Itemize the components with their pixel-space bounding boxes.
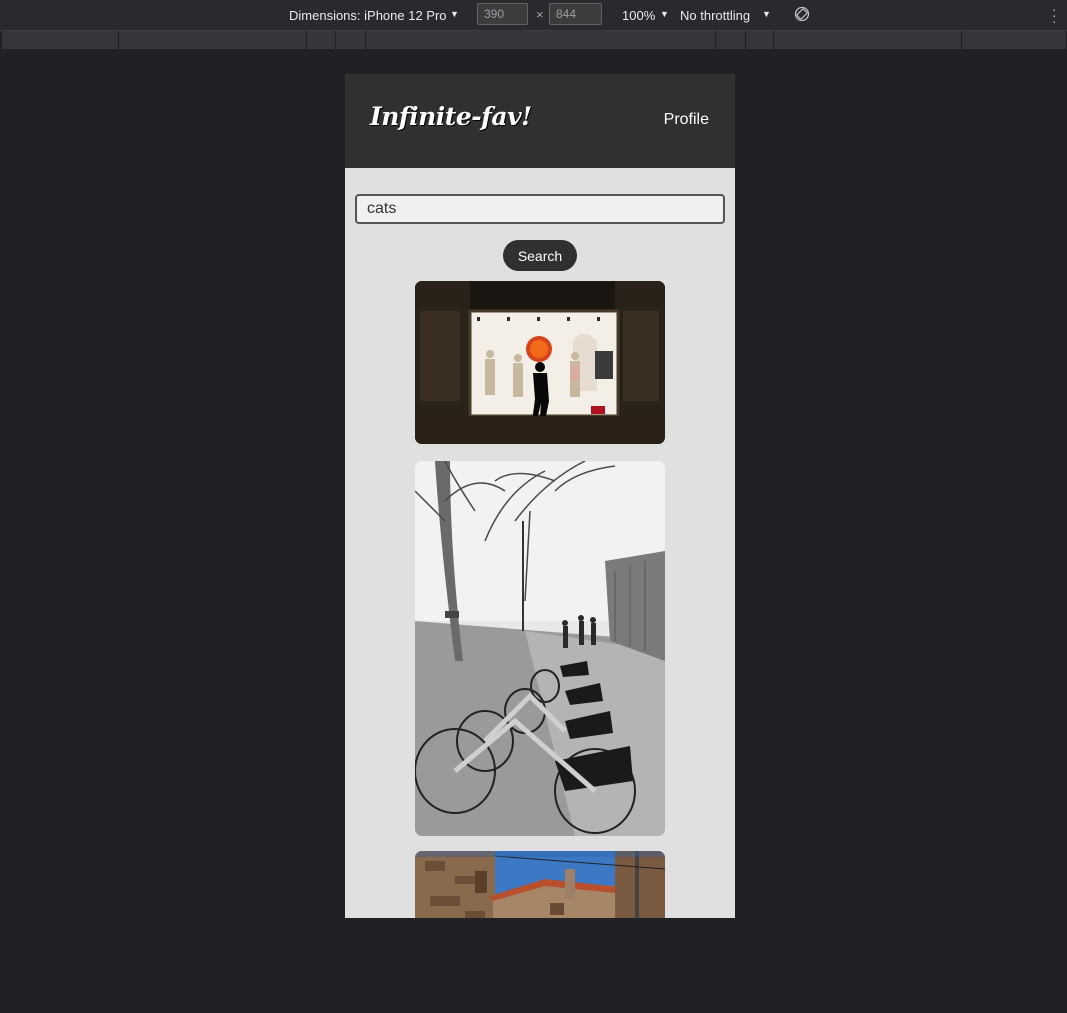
- zoom-dropdown[interactable]: 100%: [622, 8, 655, 23]
- image-card[interactable]: [415, 461, 665, 836]
- throttling-dropdown[interactable]: No throttling: [680, 8, 750, 23]
- village-photo: [415, 851, 665, 918]
- rotate-icon[interactable]: [794, 6, 810, 25]
- dimension-separator: ×: [536, 7, 544, 22]
- throttle-caret-icon[interactable]: ▼: [762, 9, 771, 19]
- ruler-segment[interactable]: [366, 31, 716, 49]
- device-dimensions-dropdown[interactable]: Dimensions: iPhone 12 Pro: [289, 8, 447, 23]
- viewport-height-input[interactable]: [549, 3, 602, 25]
- app-logo[interactable]: Infinite-fav!: [370, 102, 532, 131]
- ruler-segment[interactable]: [746, 31, 774, 49]
- devtools-device-toolbar: Dimensions: iPhone 12 Pro ▼ × 100% ▼ No …: [0, 0, 1067, 31]
- search-button[interactable]: Search: [503, 240, 577, 271]
- storefront-photo: [415, 281, 665, 444]
- phone-viewport: Infinite-fav! Profile Search: [345, 74, 735, 918]
- zoom-caret-icon[interactable]: ▼: [660, 9, 669, 19]
- ruler-segment[interactable]: [774, 31, 962, 49]
- ruler-segment[interactable]: [307, 31, 336, 49]
- bicycles-photo: [415, 461, 665, 836]
- ruler-segment[interactable]: [336, 31, 366, 49]
- ruler-segment[interactable]: [119, 31, 307, 49]
- image-card[interactable]: [415, 281, 665, 444]
- ruler-segment[interactable]: [2, 31, 119, 49]
- ruler-segment[interactable]: [962, 31, 1067, 49]
- profile-link[interactable]: Profile: [664, 111, 709, 129]
- image-card[interactable]: [415, 851, 665, 918]
- viewport-width-input[interactable]: [477, 3, 528, 25]
- dimensions-caret-icon[interactable]: ▼: [450, 9, 459, 19]
- app-header: Infinite-fav! Profile: [345, 74, 735, 168]
- search-input[interactable]: [355, 194, 725, 224]
- ruler-segment[interactable]: [716, 31, 746, 49]
- more-options-icon[interactable]: · · ·: [1052, 2, 1057, 28]
- media-query-ruler: [0, 31, 1067, 49]
